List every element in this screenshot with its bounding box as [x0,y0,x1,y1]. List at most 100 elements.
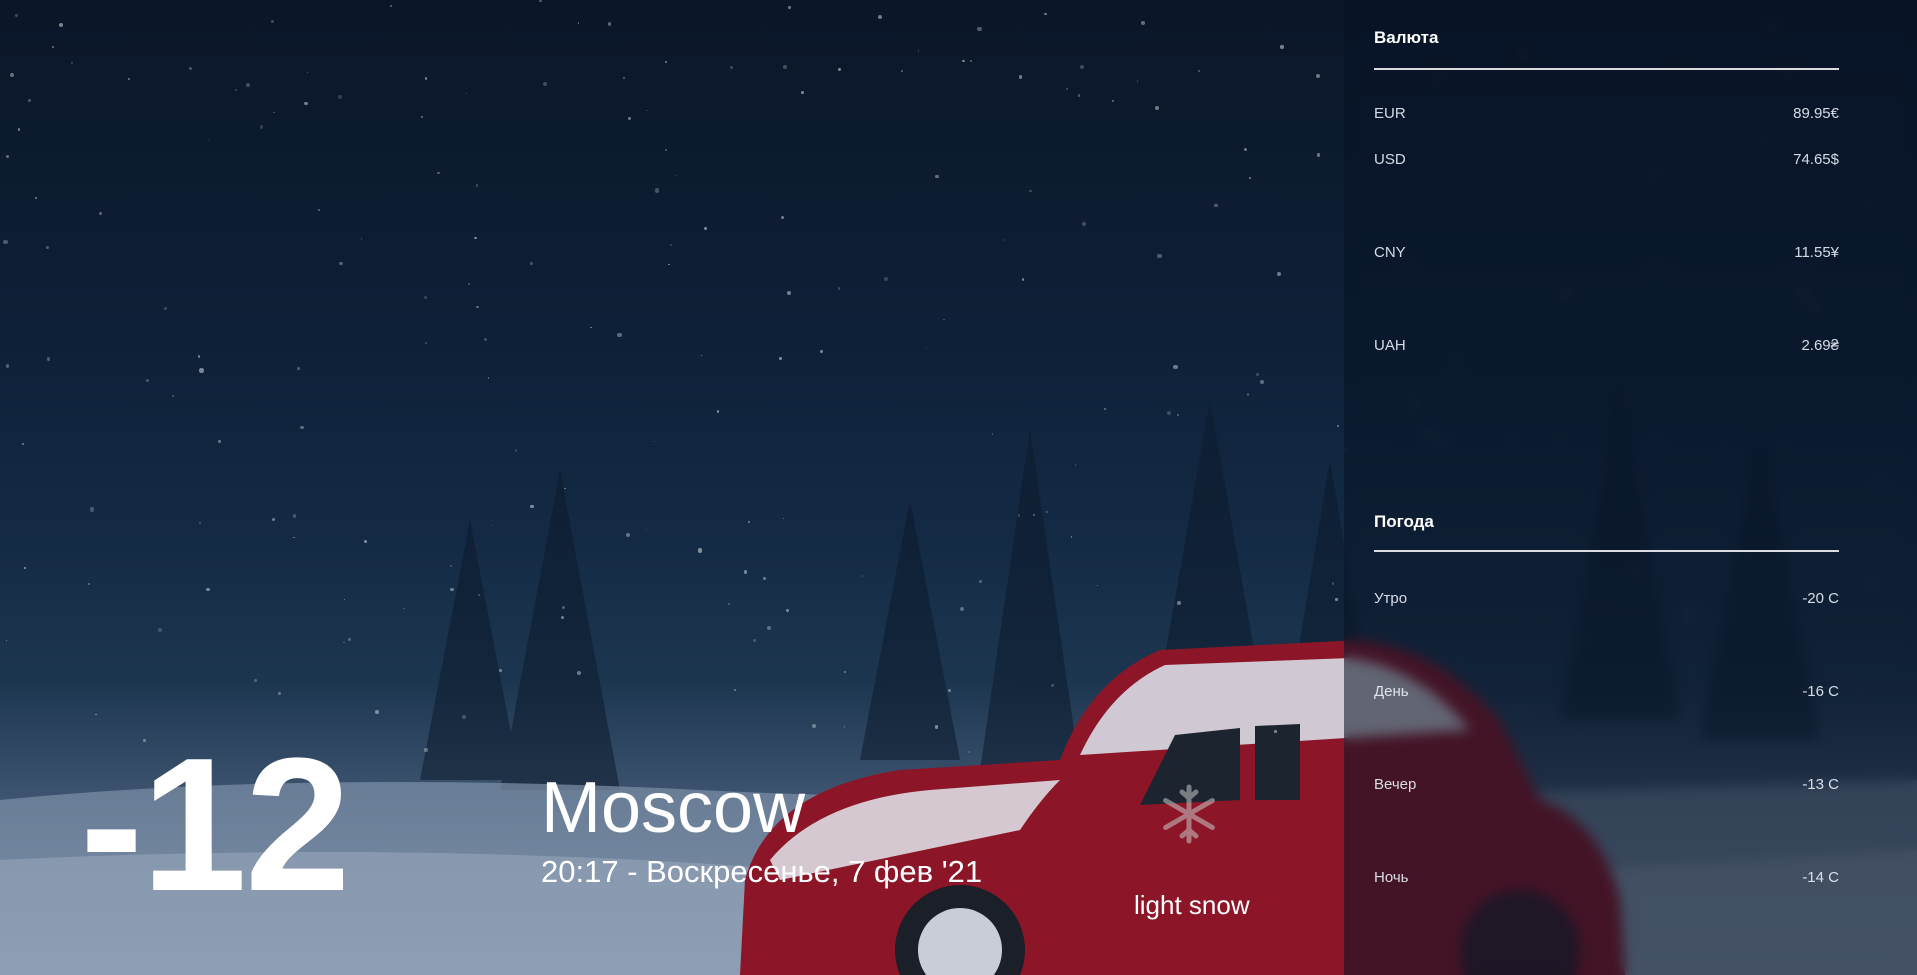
snowflake-particle [1017,514,1021,517]
forecast-temp: -14 C [1802,869,1839,886]
snowflake-particle [1280,45,1284,49]
snowflake-particle [590,326,592,329]
currency-code: UAH [1374,337,1406,354]
snowflake-particle [653,440,655,442]
snowflake-particle [5,639,8,642]
snowflake-particle [782,65,787,70]
forecast-row-day: День -16 C [1374,645,1839,738]
snowflake-particle [5,154,9,159]
forecast-temp: -16 C [1802,683,1839,700]
snowflake-particle [646,529,648,531]
snowflake-particle [487,377,490,379]
snowflake-particle [969,59,972,62]
snowflake-particle [421,116,423,118]
snowflake-particle [959,606,964,611]
snowflake-particle [877,15,883,20]
snowflake-particle [1249,176,1252,179]
snowflake-particle [468,282,470,285]
forecast-temp: -13 C [1802,776,1839,793]
snowflake-particle [763,576,767,580]
snowflake-particle [743,570,747,574]
snowflake-particle [778,357,782,360]
snowflake-particle [530,262,533,266]
snowflake-particle [424,296,427,299]
snowflake-particle [171,394,175,398]
snowflake-particle [360,238,363,240]
snowflake-particle [436,171,440,175]
snowflake-particle [514,449,518,452]
snowflake-particle [1260,379,1264,384]
snowflake-particle [14,13,18,18]
currency-code: CNY [1374,244,1406,261]
snowflake-particle [1274,730,1277,733]
snowflake-particle [730,66,734,70]
snowflake-particle [424,748,428,752]
currency-row-cny: CNY 11.55¥ [1374,206,1839,299]
snowflake-particle [883,276,888,282]
snowflake-particle [665,148,668,151]
snowflake-particle [1002,239,1005,241]
snowflake-particle [403,607,405,610]
forecast-row-evening: Вечер -13 C [1374,738,1839,831]
snowflake-particle [607,22,612,26]
snowflake-particle [278,691,282,695]
snowflake-particle [665,60,668,63]
snowflake-particle [424,76,428,80]
snowflake-particle [1173,364,1178,370]
snowflake-particle [530,504,534,509]
currency-code: USD [1374,151,1406,168]
snowflake-particle [21,442,25,446]
snowflake-particle [483,338,487,342]
snowflake-particle [1315,74,1320,79]
snowflake-particle [46,357,51,362]
snowflake-particle [343,598,346,601]
snowflake-particle [188,67,193,71]
snowflake-particle [45,245,49,249]
snowflake-particle [697,548,703,553]
snowflake-particle [199,368,204,373]
snowflake-particle [562,605,566,610]
snowflake-particle [675,175,677,177]
forecast-list: Утро -20 C День -16 C Вечер -13 C Ночь -… [1374,552,1839,924]
snowflake-particle [716,410,720,413]
forecast-period: Вечер [1374,776,1417,793]
info-sidebar: Валюта EUR 89.95€ USD 74.65$ CNY 11.55¥ … [1344,0,1917,975]
snowflake-particle [1197,69,1201,72]
snowflake-particle [844,726,846,728]
weather-condition: light snow [1134,890,1250,920]
snowflake-particle [363,539,367,543]
snowflake-particle [300,425,304,430]
snowflake-particle [476,305,479,309]
snowflake-particle [5,364,10,368]
snowflake-particle [979,580,983,584]
currency-rate: 2.69₴ [1801,337,1839,354]
snowflake-particle [787,6,791,10]
snowflake-particle [626,532,631,538]
snowflake-particle [17,128,21,132]
snowflake-particle [254,678,257,682]
snowflake-particle [338,261,343,266]
snowflake-particle [962,59,965,63]
snowflake-particle [701,354,703,357]
snowflake-particle [1331,582,1335,585]
snowflake-particle [297,366,301,370]
snowflake-particle [564,487,566,490]
currency-title: Валюта [1374,0,1839,70]
snowflake-particle [270,20,274,24]
snowflake-particle [477,593,481,597]
currency-section: Валюта EUR 89.95€ USD 74.65$ CNY 11.55¥ … [1374,0,1839,392]
snowflake-particle [272,518,276,522]
snowflake-particle [164,306,168,310]
snowflake-particle [95,713,97,716]
currency-rate: 11.55¥ [1794,244,1839,261]
snowflake-particle [704,227,708,231]
currency-list: EUR 89.95€ USD 74.65$ CNY 11.55¥ UAH 2.6… [1374,70,1839,392]
snowflake-particle [934,725,939,729]
snowflake-particle [811,723,817,728]
snowflake-particle [374,709,379,715]
snowflake-particle [1071,536,1073,538]
snowflake-particle [24,567,26,569]
snowflake-particle [293,537,295,539]
city-name: Moscow [541,768,806,848]
snowflake-particle [498,668,502,672]
